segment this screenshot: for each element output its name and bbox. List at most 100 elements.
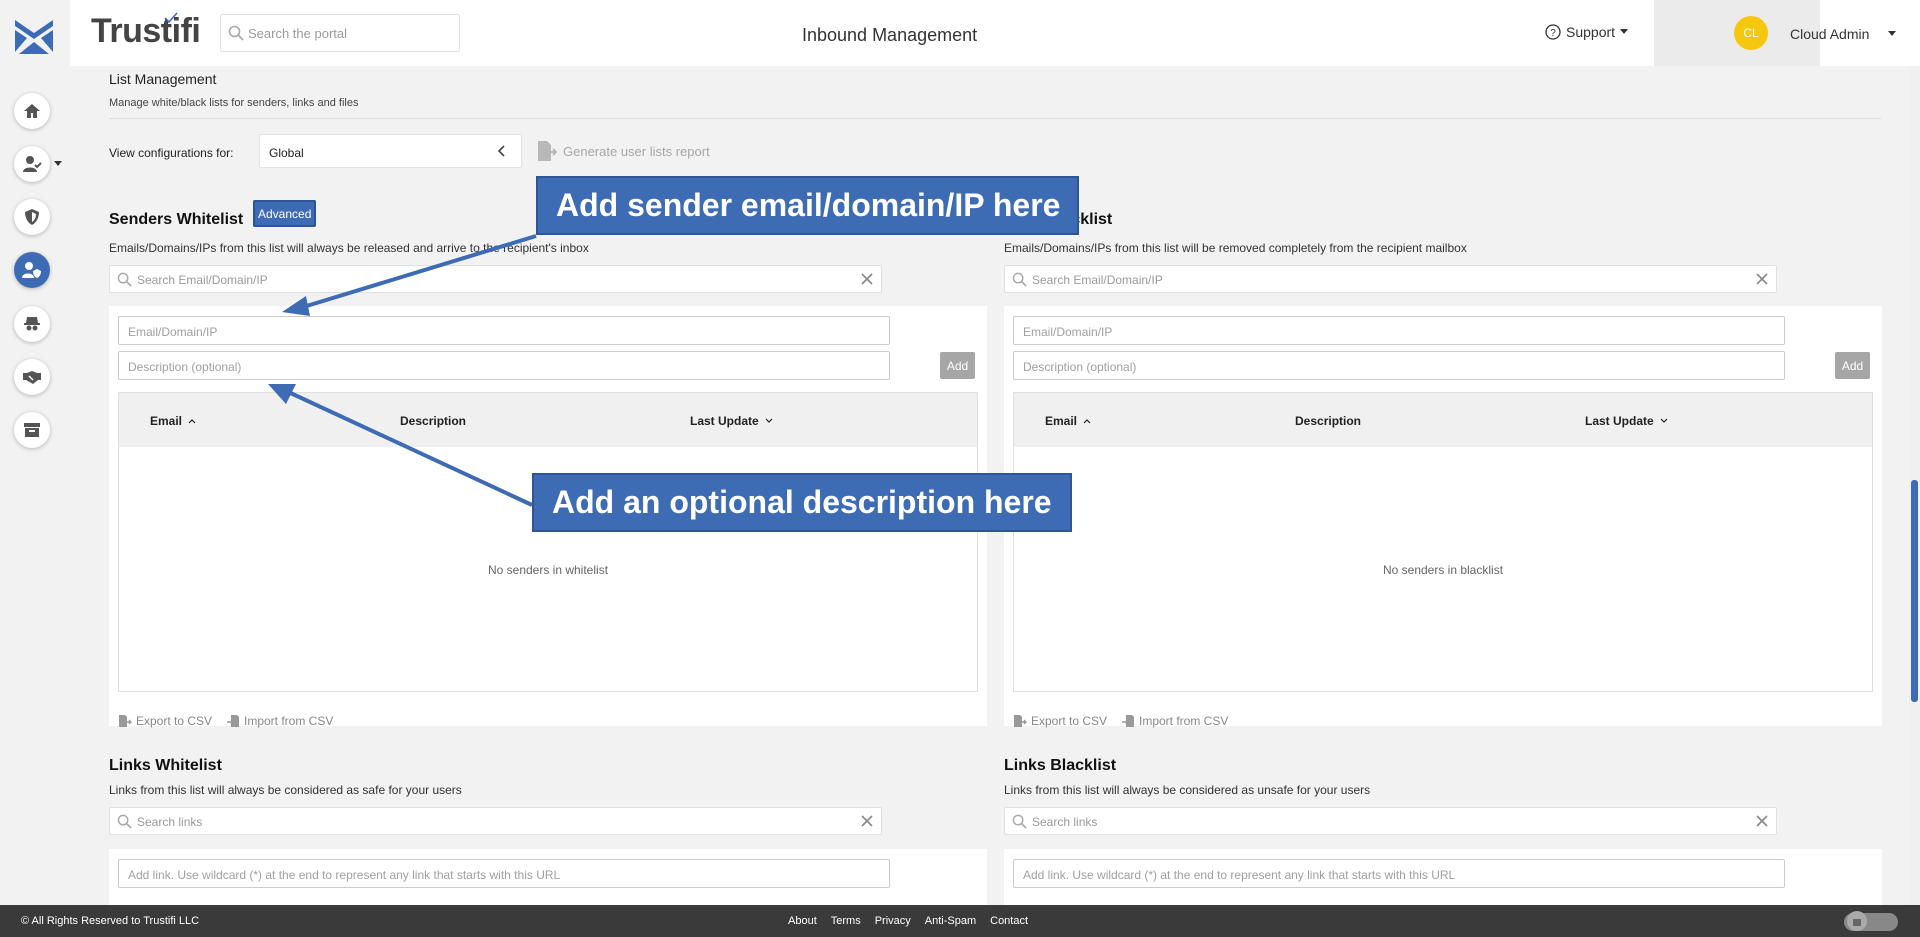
footer-link-anti-spam[interactable]: Anti-Spam bbox=[925, 915, 976, 927]
blacklist-description-field[interactable]: Description (optional) bbox=[1013, 351, 1785, 380]
footer-link-terms[interactable]: Terms bbox=[831, 915, 861, 927]
sidebar-item-home[interactable] bbox=[14, 93, 50, 129]
sidebar-item-inbound[interactable] bbox=[14, 252, 50, 288]
generate-report-button[interactable]: Generate user lists report bbox=[535, 140, 710, 162]
blacklist-import-button[interactable]: Import from CSV bbox=[1121, 714, 1228, 728]
senders-blacklist-title: lacklist bbox=[1058, 211, 1113, 228]
whitelist-description-field[interactable]: Description (optional) bbox=[118, 351, 890, 380]
shield-icon bbox=[25, 209, 39, 225]
chevron-down-icon[interactable] bbox=[54, 161, 62, 167]
view-config-label: View configurations for: bbox=[109, 146, 234, 160]
chevron-down-icon[interactable] bbox=[1888, 31, 1896, 37]
column-description[interactable]: Description bbox=[400, 414, 466, 428]
portal-search-placeholder: Search the portal bbox=[248, 26, 348, 41]
whitelist-search-input[interactable]: Search Email/Domain/IP bbox=[109, 265, 882, 293]
section-title: List Management bbox=[109, 71, 217, 87]
callout-description: Add an optional description here bbox=[532, 473, 1072, 532]
links-whitelist-link-field[interactable]: Add link. Use wildcard (*) at the end to… bbox=[118, 859, 890, 888]
sidebar-item-users[interactable] bbox=[14, 146, 50, 182]
app-window: Trustifi Search the portal Inbound Manag… bbox=[0, 0, 1920, 937]
whitelist-add-button[interactable]: Add bbox=[940, 352, 975, 379]
blacklist-table: Email Description Last Update No senders… bbox=[1013, 392, 1873, 692]
column-email[interactable]: Email bbox=[150, 414, 196, 428]
links-whitelist-search-input[interactable]: Search links bbox=[109, 807, 882, 835]
footer-link-contact[interactable]: Contact bbox=[990, 915, 1028, 927]
page-title: Inbound Management bbox=[802, 25, 978, 45]
support-menu[interactable]: ? Support bbox=[1545, 24, 1629, 40]
top-bar: Trustifi Search the portal bbox=[70, 0, 1920, 66]
archive-icon bbox=[24, 423, 40, 437]
report-icon bbox=[538, 141, 557, 161]
sort-down-icon bbox=[1660, 418, 1668, 423]
view-config-select[interactable]: Global bbox=[259, 134, 522, 168]
blacklist-add-button[interactable]: Add bbox=[1835, 352, 1870, 379]
links-search-placeholder: Search links bbox=[137, 815, 203, 829]
scrollbar-thumb[interactable] bbox=[1911, 480, 1918, 702]
avatar[interactable]: CL bbox=[1734, 16, 1768, 50]
search-icon bbox=[1012, 814, 1027, 829]
sidebar bbox=[0, 0, 70, 905]
clear-icon[interactable] bbox=[859, 813, 875, 829]
secure-badge-icon bbox=[1844, 911, 1898, 931]
blacklist-export-button[interactable]: Export to CSV bbox=[1013, 714, 1107, 728]
callout-sender: Add sender email/domain/IP here bbox=[536, 176, 1079, 235]
empty-state: No senders in whitelist bbox=[487, 563, 609, 577]
sidebar-item-security[interactable] bbox=[14, 199, 50, 235]
blacklist-search-placeholder: Search Email/Domain/IP bbox=[1032, 273, 1163, 287]
clear-icon[interactable] bbox=[859, 271, 875, 287]
links-blacklist-search-input[interactable]: Search links bbox=[1004, 807, 1777, 835]
column-email[interactable]: Email bbox=[1045, 414, 1091, 428]
advanced-button[interactable]: Advanced bbox=[253, 200, 317, 227]
trustifi-logo-icon[interactable] bbox=[13, 16, 55, 56]
support-label: Support bbox=[1566, 24, 1616, 40]
footer-link-privacy[interactable]: Privacy bbox=[875, 915, 911, 927]
column-last-update[interactable]: Last Update bbox=[1585, 414, 1668, 428]
whitelist-export-button[interactable]: Export to CSV bbox=[118, 714, 212, 728]
whitelist-email-field[interactable]: Email/Domain/IP bbox=[118, 316, 890, 345]
portal-search-input[interactable]: Search the portal bbox=[220, 14, 460, 52]
blacklist-email-field[interactable]: Email/Domain/IP bbox=[1013, 316, 1785, 345]
sidebar-item-threats[interactable] bbox=[14, 306, 50, 342]
search-icon bbox=[1012, 272, 1027, 287]
column-last-update[interactable]: Last Update bbox=[690, 414, 773, 428]
export-file-icon bbox=[119, 715, 132, 727]
whitelist-search-placeholder: Search Email/Domain/IP bbox=[137, 273, 268, 287]
spy-icon bbox=[24, 317, 40, 331]
export-file-icon bbox=[1014, 715, 1027, 727]
email-placeholder: Email/Domain/IP bbox=[1023, 325, 1113, 339]
clear-icon[interactable] bbox=[1754, 813, 1770, 829]
chevron-down-icon bbox=[1620, 29, 1629, 34]
whitelist-import-button[interactable]: Import from CSV bbox=[226, 714, 333, 728]
user-check-icon bbox=[23, 156, 42, 172]
links-blacklist-link-field[interactable]: Add link. Use wildcard (*) at the end to… bbox=[1013, 859, 1785, 888]
generate-report-label: Generate user lists report bbox=[563, 143, 710, 159]
email-placeholder: Email/Domain/IP bbox=[128, 325, 218, 339]
footer-links: About Terms Privacy Anti-Spam Contact bbox=[788, 915, 1028, 927]
sidebar-item-partners[interactable] bbox=[14, 359, 50, 395]
clear-icon[interactable] bbox=[1754, 271, 1770, 287]
sidebar-item-archive[interactable] bbox=[14, 412, 50, 448]
description-placeholder: Description (optional) bbox=[128, 360, 242, 374]
links-whitelist-title: Links Whitelist bbox=[109, 757, 222, 774]
links-blacklist-card: Add link. Use wildcard (*) at the end to… bbox=[1004, 849, 1882, 909]
brand-check-icon bbox=[164, 12, 178, 24]
senders-whitelist-title: Senders Whitelist bbox=[109, 211, 244, 228]
copyright: © All Rights Reserved to Trustifi LLC bbox=[21, 915, 200, 927]
divider bbox=[109, 118, 1881, 119]
brand-name: Trustifi bbox=[91, 12, 201, 50]
senders-blacklist-card: Email/Domain/IP Description (optional) A… bbox=[1004, 306, 1882, 728]
search-icon bbox=[228, 25, 244, 41]
search-icon bbox=[117, 272, 132, 287]
footer-link-about[interactable]: About bbox=[788, 915, 817, 927]
user-name[interactable]: Cloud Admin bbox=[1790, 26, 1869, 42]
senders-blacklist-description: Emails/Domains/IPs from this list will b… bbox=[1004, 241, 1467, 255]
senders-whitelist-description: Emails/Domains/IPs from this list will a… bbox=[109, 241, 589, 255]
links-whitelist-card: Add link. Use wildcard (*) at the end to… bbox=[109, 849, 987, 909]
link-placeholder: Add link. Use wildcard (*) at the end to… bbox=[128, 868, 561, 882]
sort-down-icon bbox=[765, 418, 773, 423]
section-subtitle: Manage white/black lists for senders, li… bbox=[109, 97, 359, 109]
blacklist-search-input[interactable]: Search Email/Domain/IP bbox=[1004, 265, 1777, 293]
column-description[interactable]: Description bbox=[1295, 414, 1361, 428]
help-circle-icon: ? bbox=[1545, 24, 1561, 40]
chevron-left-icon bbox=[497, 145, 505, 157]
